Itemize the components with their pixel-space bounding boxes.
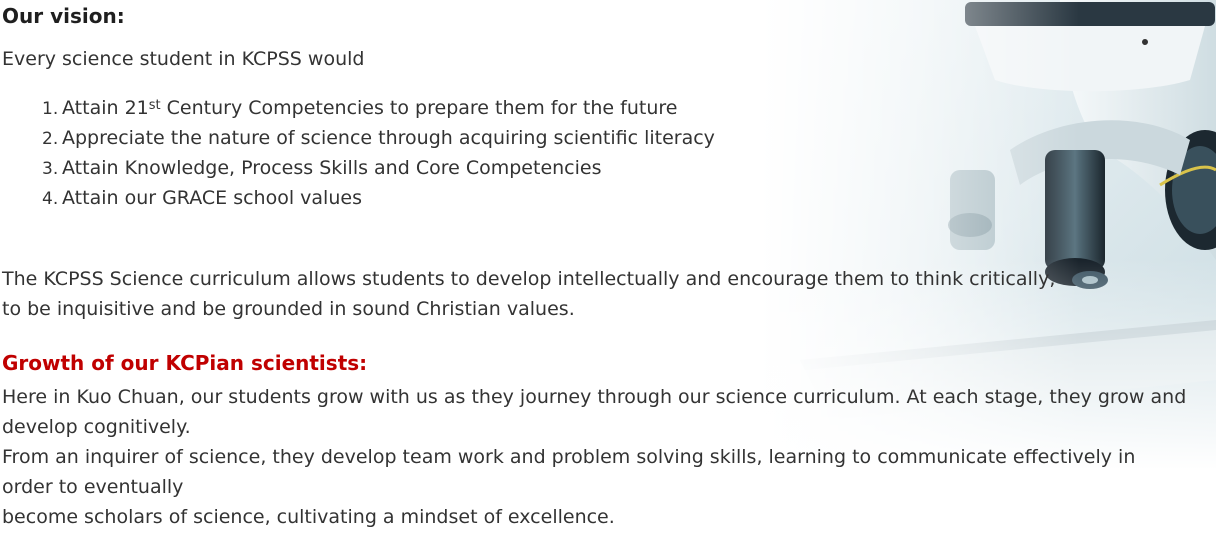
growth-heading: Growth of our KCPian scientists: [2, 351, 368, 375]
curriculum-line-1: The KCPSS Science curriculum allows stud… [2, 268, 1056, 290]
list-item-text-after: Century Competencies to prepare them for… [160, 97, 678, 119]
growth-paragraph: Here in Kuo Chuan, our students grow wit… [2, 382, 1192, 532]
list-number: 4. [42, 189, 59, 209]
growth-line: become scholars of science, cultivating … [2, 506, 615, 528]
list-number: 1. [42, 99, 59, 119]
vision-list-item: 1. Attain 21st Century Competencies to p… [42, 93, 715, 123]
curriculum-line-2: to be inquisitive and be grounded in sou… [2, 298, 575, 320]
growth-line: From an inquirer of science, they develo… [2, 446, 1136, 498]
list-item-text: Attain Knowledge, Process Skills and Cor… [62, 157, 602, 179]
vision-intro-text: Every science student in KCPSS would [2, 48, 365, 70]
vision-list-item: 3. Attain Knowledge, Process Skills and … [42, 153, 715, 183]
curriculum-paragraph: The KCPSS Science curriculum allows stud… [2, 264, 1062, 324]
list-number: 3. [42, 159, 59, 179]
list-item-text-before: Attain 21 [62, 97, 149, 119]
growth-line: Here in Kuo Chuan, our students grow wit… [2, 386, 1187, 438]
list-item-text: Appreciate the nature of science through… [62, 127, 715, 149]
vision-list-item: 2. Appreciate the nature of science thro… [42, 123, 715, 153]
vision-list-item: 4. Attain our GRACE school values [42, 183, 715, 213]
list-item-text: Attain our GRACE school values [62, 187, 362, 209]
vision-heading: Our vision: [2, 4, 125, 28]
list-number: 2. [42, 129, 59, 149]
ordinal-superscript: st [148, 98, 161, 113]
science-vision-section: Our vision: Every science student in KCP… [2, 0, 1214, 558]
vision-list: 1. Attain 21st Century Competencies to p… [42, 93, 715, 213]
